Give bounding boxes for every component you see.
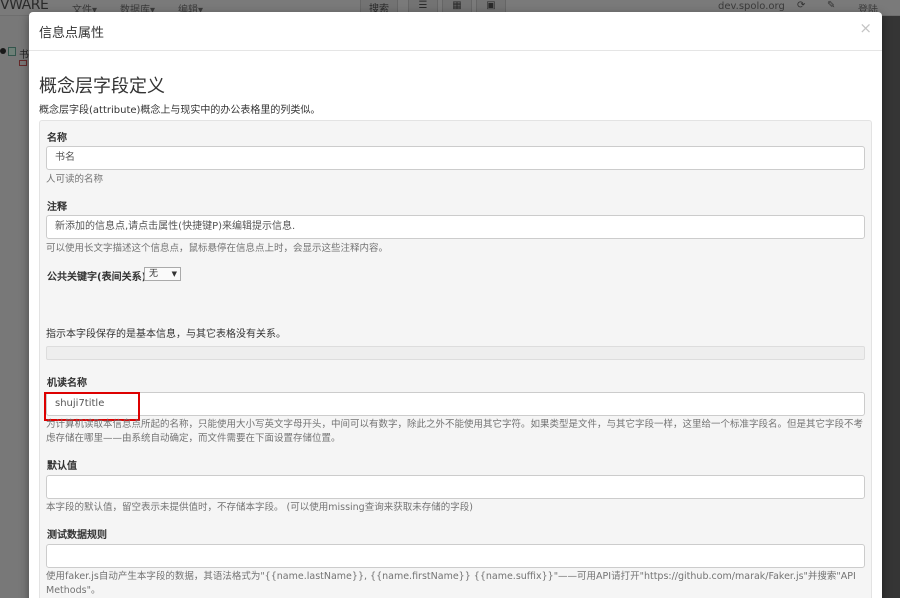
section-description: 概念层字段(attribute)概念上与现实中的办公表格里的列类似。 [39,105,321,116]
comment-help: 可以使用长文字描述这个信息点，鼠标悬停在信息点上时，会显示这些注释内容。 [46,243,389,254]
test-rule-input[interactable] [46,544,865,568]
chevron-down-icon: ▼ [171,270,177,278]
test-rule-label: 测试数据规则 [47,530,107,541]
field-properties-dialog: 信息点属性 × 概念层字段定义 概念层字段(attribute)概念上与现实中的… [29,12,882,598]
name-help: 人可读的名称 [46,174,104,185]
default-value-input[interactable] [46,475,865,499]
machine-name-input[interactable]: shuji7title [46,392,865,416]
name-input[interactable]: 书名 [46,146,865,170]
highlight-box [44,392,140,421]
default-value-help: 本字段的默认值，留空表示未提供值时，不存储本字段。 (可以使用missing查询… [46,502,473,513]
comment-input[interactable]: 新添加的信息点,请点击属性(快捷键P)来编辑提示信息. [46,215,865,239]
close-icon[interactable]: × [859,19,872,37]
comment-label: 注释 [47,202,67,213]
public-key-select[interactable]: 无 ▼ [144,267,181,281]
machine-name-label: 机读名称 [47,378,87,389]
relation-detail-input [46,346,865,360]
form-panel: 名称 书名 人可读的名称 注释 新添加的信息点,请点击属性(快捷键P)来编辑提示… [39,120,872,598]
public-key-label: 公共关键字(表间关系) [47,272,147,283]
public-key-help: 指示本字段保存的是基本信息，与其它表格没有关系。 [46,329,286,340]
public-key-selected: 无 [149,269,159,279]
test-rule-help: 使用faker.js自动产生本字段的数据，其语法格式为"{{name.lastN… [46,571,856,596]
name-label: 名称 [47,133,67,144]
section-title: 概念层字段定义 [39,76,165,97]
machine-name-help: 为计算机读取本信息点所起的名称，只能使用大小写英文字母开头，中间可以有数字，除此… [46,419,864,444]
default-value-label: 默认值 [47,461,77,472]
modal-title: 信息点属性 [39,26,105,41]
modal-header: 信息点属性 × [29,12,882,51]
